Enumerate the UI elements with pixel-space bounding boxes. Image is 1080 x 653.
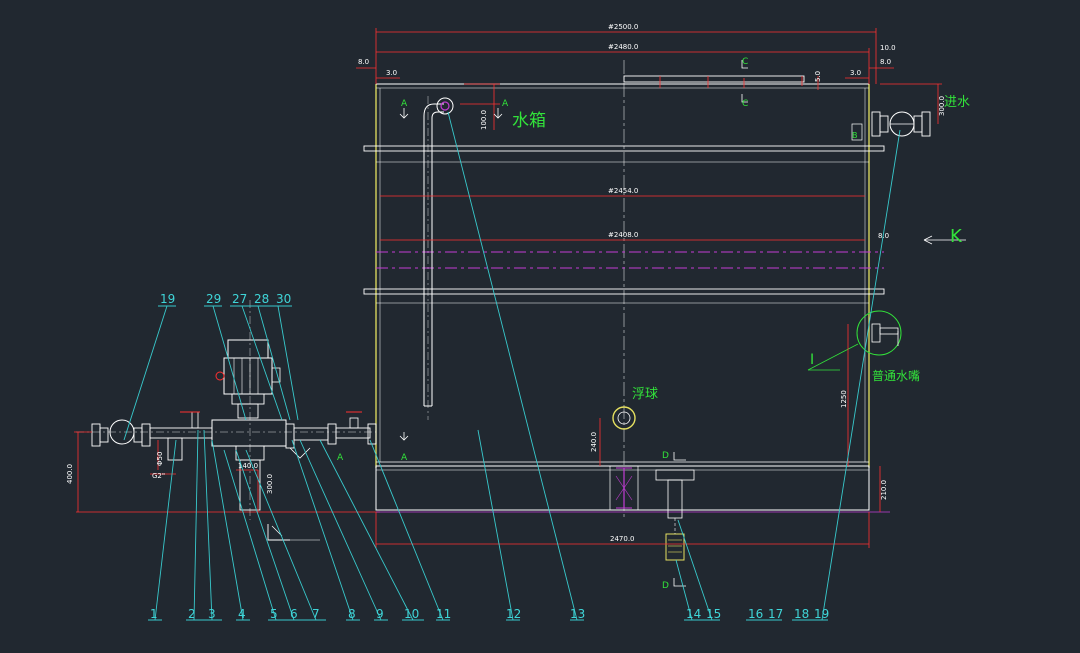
callout-19-bottom: 19: [814, 607, 829, 621]
dim-2480: #2480.0: [608, 43, 638, 51]
callout-17: 17: [768, 607, 783, 621]
callout-30: 30: [276, 292, 291, 306]
callout-27: 27: [232, 292, 247, 306]
dim-2454: #2454.0: [608, 187, 638, 195]
ground-symbol: [267, 524, 320, 541]
callout-10: 10: [404, 607, 419, 621]
section-d-top: D: [662, 451, 669, 461]
outlet-piping: [76, 411, 377, 461]
callout-1: 1: [150, 607, 158, 621]
inlet-valve-right: [851, 111, 931, 141]
dim-2500: #2500.0: [608, 23, 638, 31]
faucet-label: 普通水嘴: [872, 369, 920, 383]
callout-9: 9: [376, 607, 384, 621]
callout-7: 7: [312, 607, 320, 621]
callout-19-top: 19: [160, 292, 175, 306]
dim-300b: 300.0: [266, 474, 274, 494]
base-frame: [76, 465, 890, 513]
callout-28: 28: [254, 292, 269, 306]
section-marks: [399, 60, 966, 587]
dim-8-right: 8.0: [880, 58, 891, 66]
dim-2470: 2470.0: [610, 535, 635, 543]
faucet-detail: [807, 310, 902, 371]
section-c-bottom: C: [742, 99, 748, 109]
callout-8: 8: [348, 607, 356, 621]
section-c-top: C: [742, 57, 748, 67]
section-a-right: A: [502, 99, 509, 109]
callout-5: 5: [270, 607, 278, 621]
dim-100: 100.0: [480, 110, 488, 130]
dim-5: 5.0: [814, 71, 822, 82]
drain-pipe: [655, 469, 695, 561]
callout-2: 2: [188, 607, 196, 621]
inlet-label: 进水: [944, 95, 970, 110]
callout-29: 29: [206, 292, 221, 306]
dim-8-left: 8.0: [358, 58, 369, 66]
callout-14: 14: [686, 607, 701, 621]
dim-g2: G2": [152, 472, 165, 480]
dim-240: 240.0: [590, 432, 598, 452]
inlet-pipe: [423, 96, 454, 420]
float-ball-label: 浮球: [632, 387, 658, 402]
drawing-canvas: #2500.0 #2480.0 #2454.0 #2408.0 2470.0 1…: [66, 23, 970, 621]
section-a-low-right: A: [401, 453, 408, 463]
callout-15: 15: [706, 607, 721, 621]
callout-6: 6: [290, 607, 298, 621]
detail-i-label: I: [810, 352, 814, 368]
section-d-bottom: D: [662, 581, 669, 591]
dim-3-left: 3.0: [386, 69, 397, 77]
tank-body: [363, 60, 885, 520]
dim-400: 400.0: [66, 464, 74, 484]
dim-210: 210.0: [880, 480, 888, 500]
tank-label: 水箱: [512, 111, 546, 131]
callout-13: 13: [570, 607, 585, 621]
callout-3: 3: [208, 607, 216, 621]
view-k-label: K: [950, 226, 963, 247]
section-a-low-left: A: [337, 453, 344, 463]
component-labels: 水箱 进水 浮球 普通水嘴: [512, 95, 970, 402]
dim-3-right: 3.0: [850, 69, 861, 77]
water-level-lines: [376, 251, 884, 269]
callout-numbers: 19 29 27 28 30 1 2 3 4 5 6 7 8 9 10 11 1…: [150, 292, 829, 621]
dim-1250: 1250: [840, 390, 848, 408]
callout-12: 12: [506, 607, 521, 621]
section-b: B: [852, 131, 858, 140]
dim-10: 10.0: [880, 44, 896, 52]
dim-phi50: Φ50: [156, 452, 164, 466]
callout-4: 4: [238, 607, 246, 621]
callout-18: 18: [794, 607, 809, 621]
dim-2408: #2408.0: [608, 231, 638, 239]
cad-drawing: #2500.0 #2480.0 #2454.0 #2408.0 2470.0 1…: [0, 0, 1080, 653]
section-a-left: A: [401, 99, 408, 109]
callout-11: 11: [436, 607, 451, 621]
callout-16: 16: [748, 607, 763, 621]
